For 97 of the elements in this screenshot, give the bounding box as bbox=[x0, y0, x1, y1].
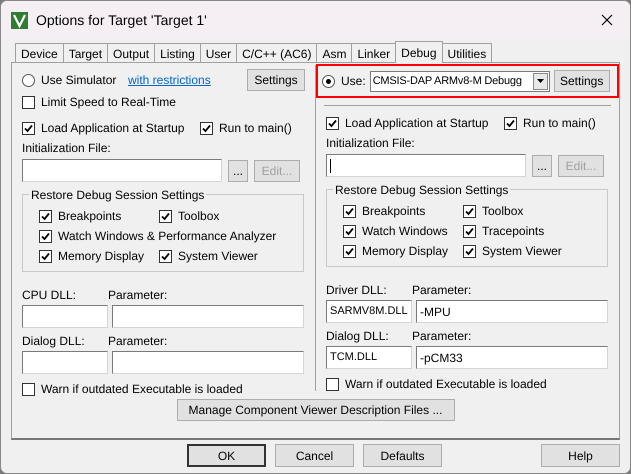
checkbox[interactable] bbox=[343, 204, 356, 218]
app-logo-icon bbox=[11, 12, 28, 28]
restrictions-link[interactable]: with restrictions bbox=[128, 71, 211, 89]
close-icon bbox=[601, 14, 613, 26]
checkmark-icon bbox=[465, 246, 474, 256]
tab[interactable]: Listing bbox=[154, 43, 201, 63]
checkbox[interactable] bbox=[463, 204, 476, 218]
dropdown-arrow-icon bbox=[536, 79, 544, 83]
field-label: Parameter: bbox=[412, 328, 472, 345]
window-title: Options for Target 'Target 1' bbox=[36, 10, 207, 30]
tab[interactable]: Device bbox=[15, 43, 64, 63]
parameter-field[interactable]: -pCM33 bbox=[416, 346, 608, 369]
checkbox-label: Run to main() bbox=[523, 115, 596, 132]
manage-viewer-files-button[interactable]: Manage Component Viewer Description Files ... bbox=[176, 399, 454, 421]
checkbox[interactable] bbox=[39, 230, 52, 242]
checkbox[interactable] bbox=[326, 116, 339, 130]
checkbox-label: Toolbox bbox=[178, 208, 220, 225]
radio-label: Use Simulator bbox=[41, 72, 116, 89]
radio-button[interactable] bbox=[22, 74, 35, 86]
checkmark-icon bbox=[161, 252, 170, 260]
dialog-button[interactable]: Defaults bbox=[363, 444, 442, 467]
checkbox-label: Limit Speed to Real-Time bbox=[41, 94, 176, 111]
init-file-field[interactable] bbox=[326, 154, 526, 177]
field-label: Parameter: bbox=[108, 333, 168, 350]
checkbox-label: Memory Display bbox=[58, 248, 144, 265]
checkmark-icon bbox=[41, 212, 50, 220]
checkmark-icon bbox=[328, 118, 337, 128]
parameter-field[interactable]: -MPU bbox=[416, 300, 608, 323]
radio-label: Use: bbox=[341, 73, 366, 90]
checkbox[interactable] bbox=[343, 224, 356, 238]
checkbox[interactable] bbox=[326, 378, 339, 390]
parameter-field[interactable] bbox=[112, 305, 304, 328]
checkbox[interactable] bbox=[200, 122, 213, 134]
field-label: Dialog DLL: bbox=[22, 333, 86, 350]
field-label: Parameter: bbox=[412, 282, 472, 299]
checkmark-icon bbox=[41, 252, 50, 260]
checkmark-icon bbox=[345, 206, 354, 216]
checkbox-label: Breakpoints bbox=[58, 208, 122, 225]
checkmark-icon bbox=[506, 118, 515, 128]
settings-button[interactable]: Settings bbox=[554, 70, 610, 92]
checkbox[interactable] bbox=[463, 244, 476, 258]
checkbox-label: Memory Display bbox=[362, 243, 448, 260]
dialog-button[interactable]: Help bbox=[541, 444, 620, 467]
checkbox-label: Run to main() bbox=[219, 120, 292, 137]
checkbox-label: Watch Windows bbox=[362, 223, 448, 240]
checkbox-label: System Viewer bbox=[178, 248, 258, 265]
init-file-field[interactable] bbox=[22, 159, 222, 182]
tab[interactable]: Target bbox=[62, 43, 108, 63]
settings-button[interactable]: Settings bbox=[247, 69, 305, 91]
checkmark-icon bbox=[41, 232, 50, 240]
checkmark-icon bbox=[161, 212, 170, 220]
checkbox-label: Tracepoints bbox=[482, 223, 544, 240]
checkmark-icon bbox=[465, 206, 474, 216]
checkbox-label: Warn if outdated Executable is loaded bbox=[345, 376, 547, 393]
field-label: Initialization File: bbox=[22, 140, 112, 157]
checkbox-label: Watch Windows & Performance Analyzer bbox=[58, 228, 276, 245]
checkmark-icon bbox=[24, 124, 33, 132]
checkbox-label: System Viewer bbox=[482, 243, 562, 260]
tab[interactable]: Debug bbox=[395, 41, 443, 63]
radio-button[interactable] bbox=[322, 74, 335, 88]
checkbox[interactable] bbox=[22, 96, 35, 108]
checkbox-label: Breakpoints bbox=[362, 203, 426, 220]
checkbox-label: Load Application at Startup bbox=[345, 115, 488, 132]
browse-button[interactable]: ... bbox=[228, 160, 248, 182]
checkmark-icon bbox=[345, 226, 354, 236]
dll-field[interactable]: TCM.DLL bbox=[326, 346, 412, 369]
field-label: Initialization File: bbox=[326, 135, 416, 152]
tab[interactable]: Output bbox=[107, 43, 156, 63]
field-label: CPU DLL: bbox=[22, 287, 78, 304]
checkbox[interactable] bbox=[22, 122, 35, 134]
checkbox[interactable] bbox=[159, 250, 172, 262]
field-label: Dialog DLL: bbox=[326, 328, 390, 345]
checkmark-icon bbox=[465, 226, 474, 236]
debugger-dropdown[interactable]: CMSIS-DAP ARMv8-M Debugg bbox=[370, 70, 550, 92]
parameter-field[interactable] bbox=[112, 351, 304, 374]
checkbox[interactable] bbox=[463, 224, 476, 238]
checkbox[interactable] bbox=[504, 116, 517, 130]
checkbox[interactable] bbox=[343, 244, 356, 258]
field-label: Driver DLL: bbox=[326, 282, 388, 299]
dialog-button[interactable]: Cancel bbox=[275, 444, 354, 467]
checkbox[interactable] bbox=[39, 210, 52, 222]
browse-button[interactable]: ... bbox=[532, 154, 552, 176]
dll-field[interactable] bbox=[22, 351, 108, 374]
tab[interactable]: Utilities bbox=[442, 43, 492, 63]
checkbox-label: Warn if outdated Executable is loaded bbox=[41, 381, 243, 398]
checkmark-icon bbox=[345, 246, 354, 256]
checkbox[interactable] bbox=[22, 382, 35, 396]
checkbox[interactable] bbox=[159, 210, 172, 222]
checkbox-label: Toolbox bbox=[482, 203, 524, 220]
checkmark-icon bbox=[202, 124, 211, 132]
tab[interactable]: C/C++ (AC6) bbox=[236, 43, 318, 63]
dialog-button[interactable]: OK bbox=[187, 444, 266, 467]
field-label: Parameter: bbox=[108, 287, 168, 304]
dll-field[interactable] bbox=[22, 305, 108, 328]
checkbox[interactable] bbox=[39, 250, 52, 262]
checkbox-label: Load Application at Startup bbox=[41, 120, 184, 137]
dll-field[interactable]: SARMV8M.DLL bbox=[326, 300, 412, 323]
